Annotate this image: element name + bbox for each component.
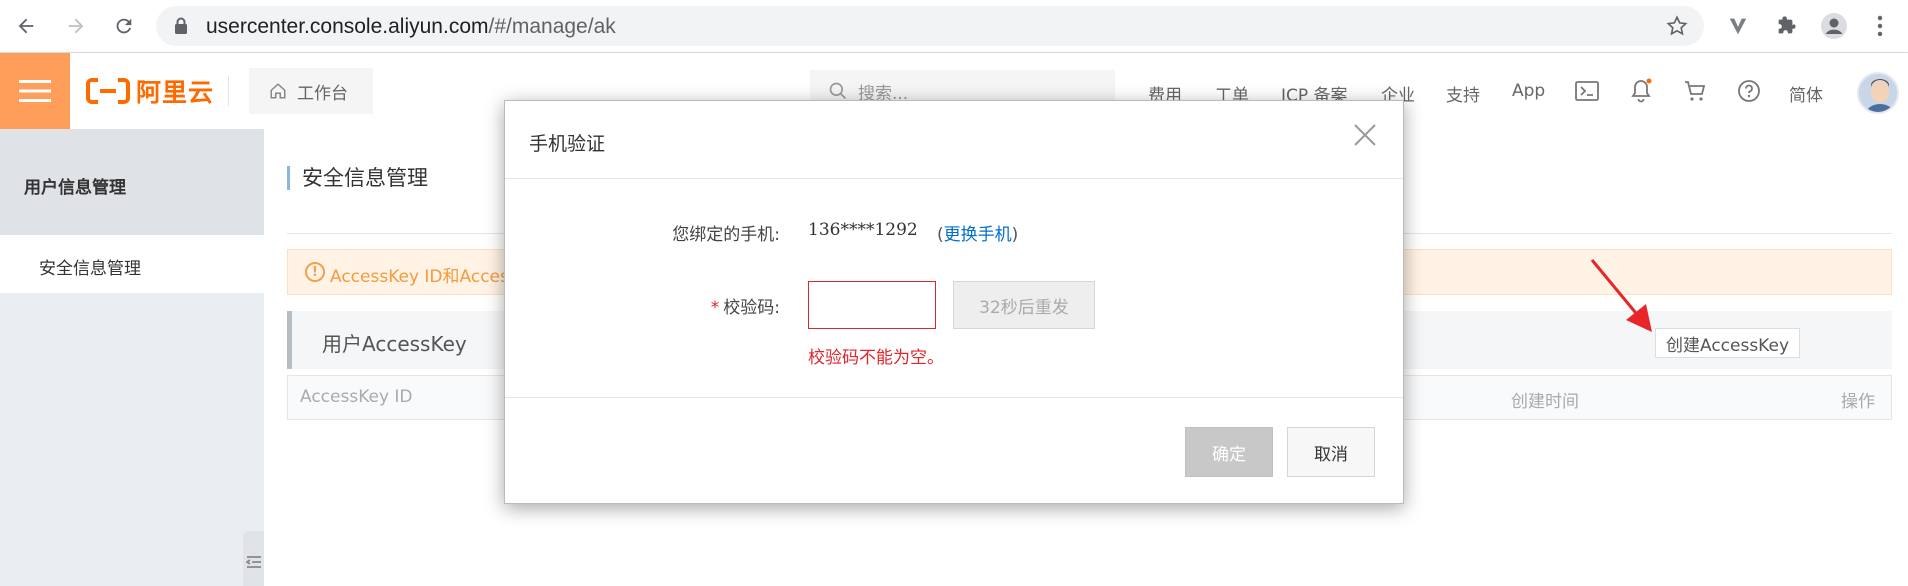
nav-link-support[interactable]: 支持	[1446, 81, 1480, 106]
logo-text: 阿里云	[136, 78, 215, 107]
collapse-icon	[246, 556, 261, 568]
create-accesskey-button[interactable]: 创建AccessKey	[1655, 328, 1800, 358]
phone-value: 136****1292	[808, 220, 918, 240]
sidebar-item-security-info[interactable]: 安全信息管理	[0, 235, 264, 293]
url-path: /#/manage/ak	[488, 15, 616, 38]
column-actions: 操作	[1841, 392, 1875, 412]
reload-icon[interactable]	[110, 12, 138, 40]
browser-menu-icon[interactable]	[1866, 12, 1894, 40]
code-error-message: 校验码不能为空。	[808, 348, 944, 368]
code-label-wrapper: * 校验码:	[580, 293, 780, 318]
phone-label: 您绑定的手机:	[672, 225, 780, 245]
workbench-button[interactable]: 工作台	[249, 68, 373, 114]
url-text: usercenter.console.aliyun.com/#/manage/a…	[206, 15, 616, 39]
dialog-header: 手机验证	[505, 101, 1403, 179]
aliyun-logo[interactable]: 阿里云	[86, 73, 214, 109]
bookmark-star-icon[interactable]	[1666, 15, 1688, 37]
sidebar-collapse-handle[interactable]	[243, 531, 265, 586]
resend-code-button[interactable]: 32秒后重发	[953, 281, 1095, 329]
shopping-cart-icon[interactable]	[1681, 77, 1709, 105]
dialog-title: 手机验证	[529, 133, 606, 155]
change-phone-wrapper: (更换手机)	[937, 220, 1018, 245]
home-icon	[270, 83, 286, 99]
change-phone-link[interactable]: 更换手机	[944, 225, 1012, 245]
profile-icon[interactable]	[1820, 12, 1848, 40]
forward-icon[interactable]	[62, 12, 90, 40]
required-mark: *	[710, 298, 720, 318]
logo-divider	[228, 76, 229, 106]
column-accesskey-id: AccessKey ID	[300, 387, 413, 407]
menu-hamburger-icon[interactable]	[0, 53, 70, 129]
page-title: 安全信息管理	[287, 166, 428, 190]
address-bar[interactable]: usercenter.console.aliyun.com/#/manage/a…	[156, 6, 1704, 46]
language-switch[interactable]: 简体	[1789, 81, 1823, 106]
sidebar-title: 用户信息管理	[24, 178, 126, 198]
browser-toolbar: usercenter.console.aliyun.com/#/manage/a…	[0, 0, 1908, 53]
lock-icon	[175, 17, 187, 34]
terminal-icon[interactable]	[1573, 77, 1601, 105]
accesskey-section-title: 用户AccessKey	[322, 332, 467, 356]
back-icon[interactable]	[12, 12, 40, 40]
notice-text: AccessKey ID和Access	[330, 267, 518, 287]
extensions-puzzle-icon[interactable]	[1772, 12, 1800, 40]
code-label: 校验码:	[723, 298, 780, 318]
close-icon[interactable]	[1351, 121, 1379, 149]
paren-open: (	[937, 225, 944, 245]
confirm-button[interactable]: 确定	[1185, 427, 1273, 477]
cancel-button[interactable]: 取消	[1287, 427, 1375, 477]
notification-bell-icon[interactable]	[1627, 77, 1655, 105]
sidebar-header: 用户信息管理	[0, 129, 264, 235]
phone-verification-dialog: 手机验证 您绑定的手机: 136****1292 (更换手机) * 校验码: 32…	[504, 100, 1404, 504]
workbench-label: 工作台	[297, 83, 348, 104]
url-host: usercenter.console.aliyun.com	[206, 15, 489, 38]
help-icon[interactable]	[1735, 77, 1763, 105]
nav-link-app[interactable]: App	[1512, 81, 1545, 101]
extension-v-icon[interactable]	[1724, 12, 1752, 40]
paren-close: )	[1011, 225, 1019, 245]
user-avatar[interactable]	[1857, 72, 1899, 114]
annotation-arrow-icon	[1590, 259, 1652, 332]
verification-code-input[interactable]	[808, 281, 936, 329]
column-created-time: 创建时间	[1511, 392, 1579, 412]
sidebar-item-label: 安全信息管理	[39, 259, 141, 279]
sidebar: 用户信息管理 安全信息管理	[0, 129, 265, 586]
dialog-body: 您绑定的手机: 136****1292 (更换手机) * 校验码: 32秒后重发 …	[505, 179, 1403, 398]
warning-icon: !	[305, 262, 325, 282]
aliyun-logo-icon	[86, 78, 130, 104]
search-icon	[829, 82, 847, 100]
